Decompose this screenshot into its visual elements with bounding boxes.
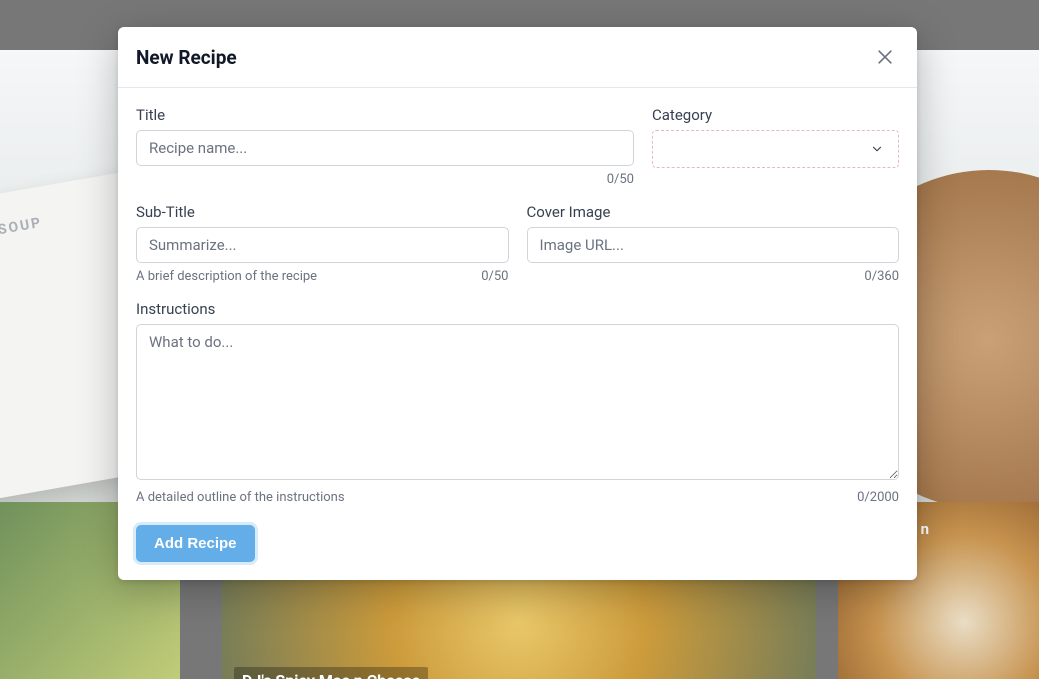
- cover-input[interactable]: [527, 227, 900, 263]
- category-field: Category: [652, 106, 899, 187]
- chevron-down-icon: [870, 142, 884, 156]
- title-counter: 0/50: [607, 172, 634, 187]
- cover-label: Cover Image: [527, 203, 900, 221]
- instructions-counter: 0/2000: [857, 490, 899, 505]
- title-input[interactable]: [136, 130, 634, 166]
- subtitle-label: Sub-Title: [136, 203, 509, 221]
- instructions-helper: A detailed outline of the instructions: [136, 490, 345, 505]
- title-label: Title: [136, 106, 634, 124]
- new-recipe-modal: New Recipe Title 0/50: [118, 27, 917, 580]
- page-backdrop: A SOUP DJ's Spicy Mac n Cheese n New Rec…: [0, 0, 1039, 679]
- close-button[interactable]: [871, 43, 899, 71]
- add-recipe-button[interactable]: Add Recipe: [136, 525, 255, 562]
- modal-overlay[interactable]: New Recipe Title 0/50: [0, 0, 1039, 679]
- title-field: Title 0/50: [136, 106, 634, 187]
- subtitle-input[interactable]: [136, 227, 509, 263]
- cover-counter: 0/360: [864, 269, 899, 284]
- cover-field: Cover Image 0/360: [527, 203, 900, 284]
- instructions-label: Instructions: [136, 300, 899, 318]
- modal-body: Title 0/50 Category: [118, 88, 917, 580]
- subtitle-counter: 0/50: [481, 269, 508, 284]
- instructions-textarea[interactable]: [136, 324, 899, 480]
- close-icon: [875, 47, 895, 67]
- subtitle-helper: A brief description of the recipe: [136, 269, 317, 284]
- modal-header: New Recipe: [118, 27, 917, 88]
- category-select[interactable]: [652, 130, 899, 168]
- modal-title: New Recipe: [136, 46, 237, 69]
- instructions-field: Instructions A detailed outline of the i…: [136, 300, 899, 505]
- subtitle-field: Sub-Title A brief description of the rec…: [136, 203, 509, 284]
- category-label: Category: [652, 106, 899, 124]
